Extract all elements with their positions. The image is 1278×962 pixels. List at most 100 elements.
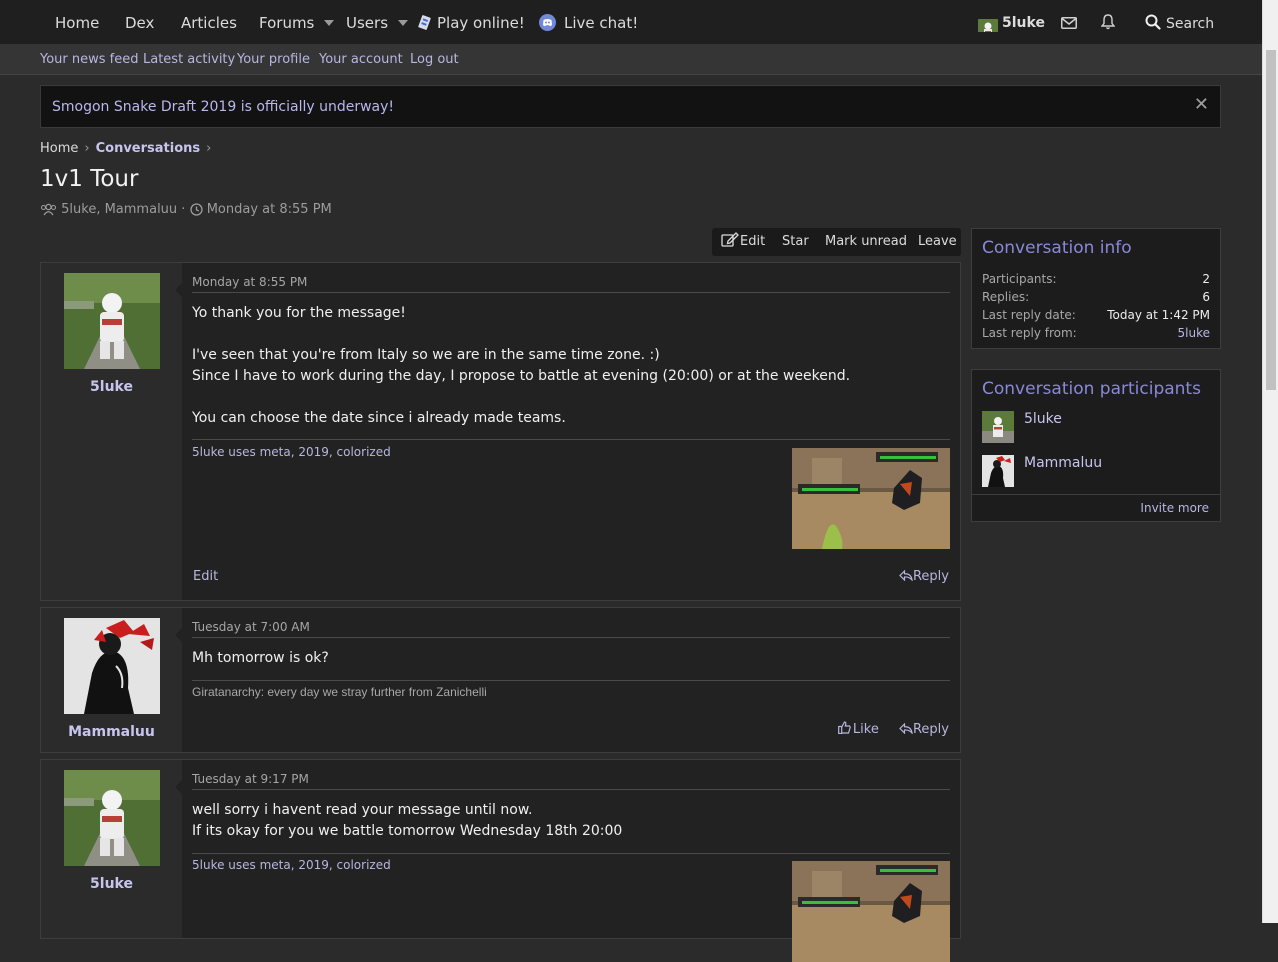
- alerts-button[interactable]: [1100, 0, 1116, 44]
- nav-home[interactable]: Home: [55, 0, 99, 44]
- signature-image: [792, 861, 950, 962]
- message-date[interactable]: Tuesday at 9:17 PM: [192, 772, 309, 786]
- play-online-icon: [418, 15, 431, 30]
- scrollbar-thumb[interactable]: [1266, 50, 1276, 390]
- message-user-column: 5luke: [41, 760, 182, 938]
- message-arrow: [175, 780, 182, 794]
- bell-icon: [1100, 14, 1116, 30]
- message-arrow: [175, 628, 182, 642]
- account-name: 5luke: [1002, 15, 1045, 31]
- invite-more-link[interactable]: Invite more: [1140, 501, 1209, 515]
- participant-name[interactable]: Mammaluu: [1024, 455, 1102, 471]
- avatar[interactable]: [64, 273, 160, 369]
- inbox-button[interactable]: [1061, 0, 1077, 44]
- users-icon: [40, 203, 57, 216]
- conversation-meta: 5luke, Mammaluu · Monday at 8:55 PM: [40, 202, 332, 217]
- signature[interactable]: 5luke uses meta, 2019, colorized: [192, 858, 391, 872]
- message-line: Mh tomorrow is ok?: [192, 650, 329, 666]
- mark-unread-button[interactable]: Mark unread: [825, 228, 907, 256]
- divider: [192, 439, 950, 440]
- message-line: well sorry i havent read your message un…: [192, 802, 533, 818]
- live-chat-label: Live chat!: [564, 14, 639, 32]
- reply-label: Reply: [912, 569, 949, 584]
- edit-icon: [721, 232, 739, 247]
- close-icon[interactable]: ✕: [1194, 95, 1209, 115]
- last-reply-from: Last reply from: 5luke: [982, 326, 1210, 340]
- last-reply-from-value[interactable]: 5luke: [1178, 326, 1210, 340]
- search-button[interactable]: Search: [1145, 0, 1214, 44]
- message-date[interactable]: Tuesday at 7:00 AM: [192, 620, 310, 634]
- divider: [192, 789, 950, 790]
- username[interactable]: Mammaluu: [41, 724, 182, 740]
- edit-label: Edit: [740, 234, 766, 249]
- nav-articles[interactable]: Articles: [181, 0, 237, 44]
- conversation-info-block: Conversation info Participants: 2 Replie…: [971, 228, 1221, 349]
- page-scrollbar[interactable]: [1262, 0, 1278, 923]
- avatar[interactable]: [64, 770, 160, 866]
- nav-users-label: Users: [346, 14, 389, 32]
- reply-button[interactable]: Reply: [899, 569, 949, 584]
- reply-label: Reply: [912, 722, 949, 737]
- star-button[interactable]: Star: [782, 228, 809, 256]
- like-button[interactable]: Like: [838, 721, 883, 737]
- sub-navigation: Your news feed Latest activity Your prof…: [0, 44, 1262, 75]
- nav-dex[interactable]: Dex: [125, 0, 154, 44]
- conversation-action-bar: Edit Star Mark unread Leave: [712, 228, 961, 256]
- avatar[interactable]: [982, 455, 1014, 487]
- signature[interactable]: 5luke uses meta, 2019, colorized: [192, 445, 391, 459]
- edit-post-link[interactable]: Edit: [193, 569, 218, 584]
- reply-icon: [899, 569, 913, 582]
- reply-button[interactable]: Reply: [899, 722, 949, 737]
- notice-banner: Smogon Snake Draft 2019 is officially un…: [40, 85, 1221, 128]
- subnav-logout[interactable]: Log out: [410, 44, 459, 75]
- edit-conversation-button[interactable]: Edit: [721, 228, 765, 256]
- avatar: [978, 12, 998, 32]
- message-line: If its okay for you we battle tomorrow W…: [192, 823, 623, 839]
- username[interactable]: 5luke: [41, 379, 182, 395]
- message-actions: Like Reply: [838, 721, 949, 737]
- message-line: I've seen that you're from Italy so we a…: [192, 347, 660, 363]
- divider: [192, 637, 950, 638]
- signature-image: [792, 448, 950, 549]
- conversation-info-title: Conversation info: [982, 238, 1132, 258]
- subnav-latest-activity[interactable]: Latest activity: [143, 44, 235, 75]
- nav-live-chat[interactable]: Live chat!: [539, 0, 638, 44]
- leave-button[interactable]: Leave: [918, 228, 957, 256]
- avatar[interactable]: [982, 411, 1014, 443]
- replies-label: Replies:: [982, 290, 1030, 304]
- subnav-news-feed[interactable]: Your news feed: [40, 44, 138, 75]
- participant-name[interactable]: 5luke: [1024, 411, 1062, 427]
- conversation-date[interactable]: Monday at 8:55 PM: [207, 202, 332, 217]
- message-line: Since I have to work during the day, I p…: [192, 368, 851, 384]
- notice-text[interactable]: Smogon Snake Draft 2019 is officially un…: [52, 86, 394, 128]
- participants-title: Conversation participants: [982, 379, 1201, 399]
- breadcrumb-conversations[interactable]: Conversations: [96, 141, 201, 156]
- chevron-down-icon[interactable]: [398, 20, 409, 26]
- participant-list[interactable]: 5luke, Mammaluu: [61, 202, 177, 217]
- last-reply-from-label: Last reply from:: [982, 326, 1077, 340]
- avatar[interactable]: [64, 618, 160, 714]
- breadcrumb-home[interactable]: Home: [40, 141, 78, 156]
- nav-users[interactable]: Users: [346, 0, 409, 44]
- username[interactable]: 5luke: [41, 876, 182, 892]
- message-user-column: 5luke: [41, 263, 182, 600]
- play-online-label: Play online!: [437, 14, 525, 32]
- search-icon: [1145, 14, 1161, 30]
- top-navigation: Home Dex Articles Forums Users Play onli…: [0, 0, 1262, 44]
- message-date[interactable]: Monday at 8:55 PM: [192, 275, 307, 289]
- divider: [192, 680, 950, 681]
- nav-play-online[interactable]: Play online!: [418, 0, 525, 44]
- message: Mammaluu Tuesday at 7:00 AM Mh tomorrow …: [40, 607, 961, 753]
- participants-count: Participants: 2: [982, 272, 1210, 286]
- subnav-profile[interactable]: Your profile: [237, 44, 310, 75]
- conversation-participants-block: Conversation participants 5luke Mammaluu…: [971, 369, 1221, 522]
- participants-label: Participants:: [982, 272, 1057, 286]
- chevron-down-icon[interactable]: [324, 20, 335, 26]
- account-menu[interactable]: 5luke: [978, 0, 1045, 44]
- divider: [192, 853, 950, 854]
- nav-forums[interactable]: Forums: [259, 0, 335, 44]
- signature: Giratanarchy: every day we stray further…: [192, 685, 487, 699]
- replies-value: 6: [1202, 290, 1210, 304]
- message-body: Mh tomorrow is ok?: [192, 648, 950, 669]
- subnav-account[interactable]: Your account: [319, 44, 403, 75]
